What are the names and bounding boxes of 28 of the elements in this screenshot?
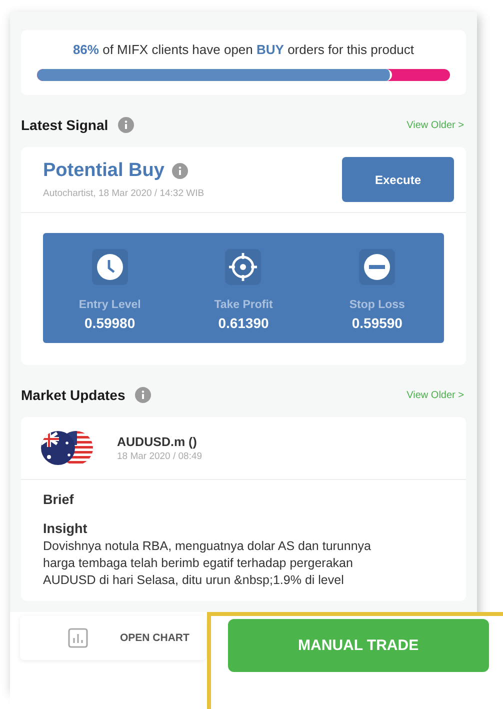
view-older-link[interactable]: View Older > — [406, 120, 464, 130]
insight-text: Dovishnya notula RBA, menguatnya dolar AS dan turunnya harga tembaga telah berimb egatif terhadap pergerakan AUDUSD di hari Selasa, ditu urun &nbsp;1.9% di level — [43, 538, 372, 589]
bar-chart-icon — [68, 628, 88, 648]
signal-title: Potential Buy — [43, 160, 164, 182]
level-value: 0.61390 — [218, 315, 269, 331]
level-label: Take Profit — [214, 299, 273, 311]
clock-icon — [92, 249, 128, 285]
news-symbol: AUDUSD.m () — [117, 434, 198, 448]
insight-heading: Insight — [43, 521, 88, 536]
info-icon[interactable] — [172, 163, 188, 179]
level-value: 0.59980 — [84, 315, 136, 331]
section-title: Market Updates — [21, 387, 126, 403]
level-value: 0.59590 — [352, 315, 402, 331]
level-label: Entry Level — [78, 299, 141, 311]
info-icon[interactable] — [118, 117, 134, 133]
brief-heading: Brief — [43, 492, 75, 507]
open-chart-button[interactable]: OPEN CHART — [20, 616, 206, 660]
target-icon — [225, 249, 262, 285]
info-icon[interactable] — [135, 387, 152, 403]
view-older-link[interactable]: View Older > — [406, 390, 464, 400]
execute-button[interactable]: Execute — [342, 157, 454, 202]
signal-source: Autochartist, 18 Mar 2020 / 14:32 WIB — [43, 188, 204, 199]
level-label: Stop Loss — [349, 299, 405, 311]
news-date: 18 Mar 2020 / 08:49 — [117, 450, 202, 462]
sentiment-text: 86% of MIFX clients have open BUY orders for this product — [72, 42, 414, 57]
section-title: Latest Signal — [21, 117, 108, 133]
manual-trade-button[interactable]: MANUAL TRADE — [228, 619, 489, 672]
flags-icon — [39, 429, 95, 467]
